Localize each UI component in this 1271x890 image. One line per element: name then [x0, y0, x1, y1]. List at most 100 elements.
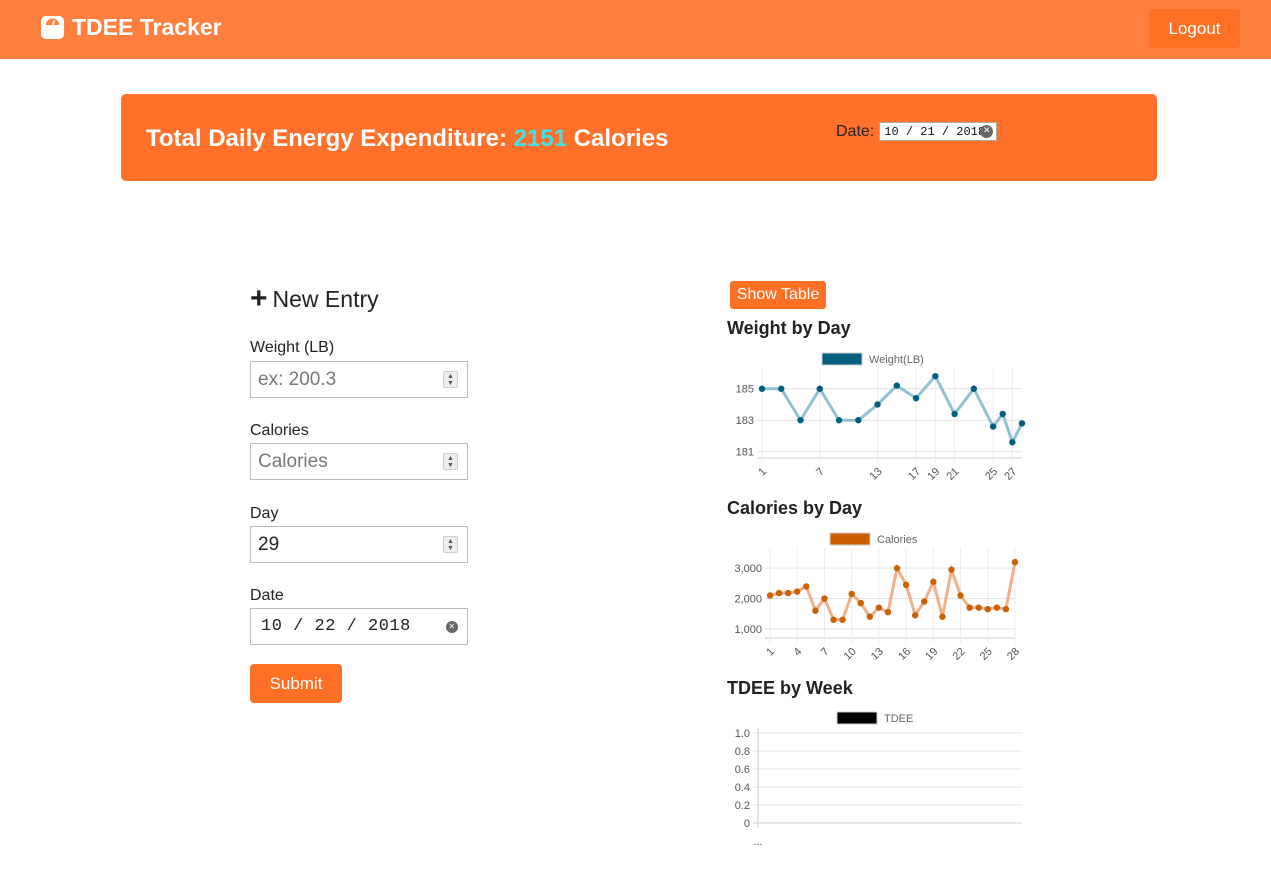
legend-swatch [821, 352, 863, 366]
calories-placeholder: Calories [258, 450, 328, 472]
x-tick-label: 17 [906, 466, 923, 483]
date-label: Date [250, 587, 284, 604]
weight-stepper[interactable]: ▲ ▼ [443, 371, 458, 388]
tdee-chart: TDEE 0 0.2 0.4 0.6 0.8 1.0... [735, 711, 1022, 848]
data-point [875, 604, 883, 611]
legend-label: Weight(LB) [869, 354, 924, 366]
data-point [812, 607, 819, 614]
calories-chart-title: Calories by Day [727, 498, 863, 518]
banner-date-group: Date: 10 / 21 / 2018 ✕ [836, 122, 998, 141]
y-tick-label: 1,000 [734, 624, 762, 636]
data-point [758, 385, 766, 392]
clear-date-icon[interactable]: ✕ [980, 125, 994, 138]
brand[interactable]: TDEE Tracker [40, 14, 222, 41]
navbar: TDEE Tracker Logout [0, 0, 1271, 59]
data-point [803, 583, 810, 590]
data-point [893, 382, 901, 389]
x-tick-label: 13 [868, 466, 885, 483]
data-point [794, 588, 801, 595]
x-tick-label: 21 [945, 466, 962, 483]
data-point [902, 581, 910, 589]
calories-stepper[interactable]: ▲ ▼ [443, 453, 458, 470]
date-value: 10 / 22 / 2018 [261, 617, 411, 636]
banner-date-input[interactable]: 10 / 21 / 2018 ✕ [879, 122, 998, 141]
y-tick-label: 183 [736, 415, 754, 427]
x-tick-label: 13 [869, 646, 886, 663]
data-point [766, 592, 774, 599]
calories-input[interactable]: Calories ▲ ▼ [250, 443, 468, 480]
submit-button[interactable]: Submit [250, 664, 342, 703]
day-label: Day [250, 505, 279, 522]
x-tick-label: 10 [842, 646, 859, 663]
x-tick-label: 16 [896, 646, 913, 663]
tdee-value: 2151 [513, 125, 568, 152]
x-tick-label: 25 [978, 646, 995, 663]
legend-swatch [836, 711, 878, 725]
show-table-button[interactable]: Show Table [730, 281, 826, 309]
data-point [975, 604, 982, 611]
weight-chart: Weight(LB)1811831851 7 13 17 19 21 25 27 [736, 352, 1026, 483]
data-point [857, 599, 864, 607]
data-point [993, 604, 1001, 611]
y-tick-label: 0.6 [735, 764, 750, 776]
data-point [866, 613, 874, 620]
x-tick-label: 19 [923, 646, 940, 663]
data-point [911, 612, 919, 619]
brand-name: TDEE Tracker [72, 14, 222, 40]
data-point [821, 595, 828, 602]
x-tick-label: 27 [1002, 466, 1019, 483]
data-point [830, 616, 837, 623]
y-tick-label: 185 [736, 384, 754, 396]
data-point [893, 564, 901, 572]
weight-chart-title: Weight by Day [727, 318, 851, 338]
data-point [784, 589, 792, 597]
data-point [1018, 420, 1026, 427]
data-point [1009, 439, 1016, 446]
data-point [939, 613, 946, 620]
x-tick-label: 1 [764, 646, 777, 659]
date-input[interactable]: 10 / 22 / 2018 ✕ [250, 608, 468, 645]
new-entry-label: New Entry [272, 285, 379, 312]
series-line [769, 561, 1017, 622]
calories-chart: Calories 1,000 2,000 3,000 1 4 7 10 13 16 19 22 25 28 [734, 532, 1022, 663]
data-point [932, 372, 939, 380]
data-point [855, 417, 862, 424]
data-point [884, 608, 892, 616]
x-tick-label: 7 [814, 466, 827, 479]
data-point [951, 410, 958, 418]
y-tick-label: 0 [744, 818, 750, 830]
day-value: 29 [258, 533, 280, 555]
data-point [1002, 605, 1010, 613]
weight-placeholder: ex: 200.3 [258, 368, 337, 390]
tdee-heading: Total Daily Energy Expenditure: 2151 Cal… [146, 125, 668, 153]
legend-label: TDEE [884, 713, 913, 725]
weight-input[interactable]: ex: 200.3 ▲ ▼ [250, 361, 468, 398]
x-tick-label: 7 [819, 646, 832, 659]
data-point [797, 417, 804, 424]
data-point [966, 604, 973, 611]
day-stepper[interactable]: ▲ ▼ [443, 536, 458, 553]
x-tick-label: ... [753, 836, 762, 848]
data-point [835, 417, 843, 424]
data-point [775, 589, 783, 597]
data-point [921, 598, 928, 605]
clear-date-input-icon[interactable]: ✕ [446, 621, 458, 633]
data-point [874, 401, 881, 408]
new-entry-title: + New Entry [250, 284, 379, 314]
day-input[interactable]: 29 ▲ ▼ [250, 526, 468, 563]
tdee-banner: Total Daily Energy Expenditure: 2151 Cal… [121, 94, 1157, 181]
data-point [839, 616, 846, 623]
x-tick-label: 4 [792, 646, 805, 659]
tdee-prefix: Total Daily Energy Expenditure: [146, 125, 514, 152]
y-tick-label: 0.4 [735, 782, 750, 794]
tdee-suffix: Calories [567, 125, 669, 152]
y-tick-label: 1.0 [735, 728, 750, 740]
x-tick-label: 22 [951, 646, 968, 663]
data-point [989, 423, 997, 430]
data-point [1011, 558, 1019, 566]
data-point [816, 385, 823, 392]
banner-date-value: 10 / 21 / 2018 [884, 124, 986, 139]
logout-button[interactable]: Logout [1149, 9, 1240, 48]
plus-icon: + [250, 282, 268, 315]
data-point [999, 410, 1006, 418]
